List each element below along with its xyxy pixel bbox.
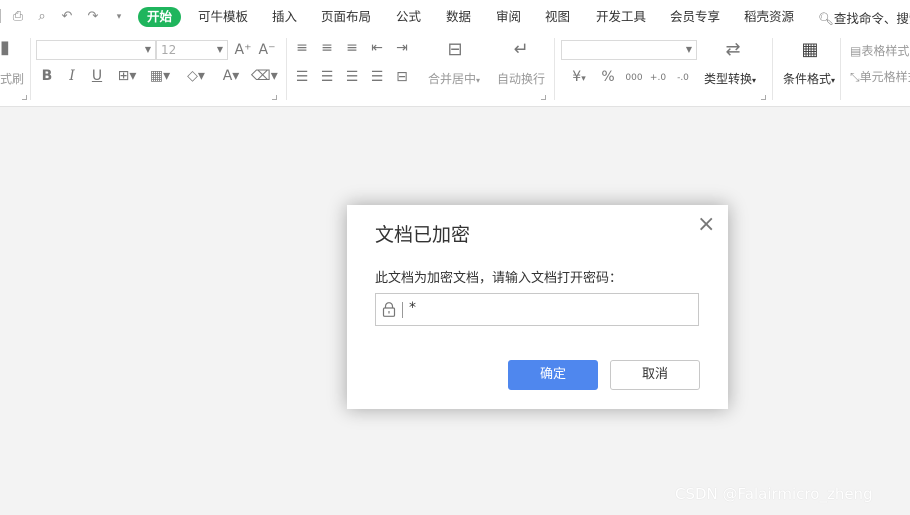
currency-format-button[interactable]: ¥▾ <box>566 69 592 87</box>
divider <box>554 38 555 100</box>
toolbar-edge-icon <box>0 9 5 23</box>
ribbon-toolbar: ▮ 式刷 ▼ 12 ▼ A⁺ A⁻ B I U ⊞▾ ▦▾ ◇▾ A▾ ⌫▾ ≡ … <box>0 34 910 107</box>
number-format-select[interactable]: ▼ <box>561 40 697 60</box>
dialog-title: 文档已加密 <box>375 224 471 246</box>
italic-button[interactable]: I <box>65 68 79 84</box>
redo-icon[interactable]: ↷ <box>85 9 101 25</box>
tab-developer[interactable]: 开发工具 <box>596 8 646 26</box>
conditional-format-icon[interactable]: ▦ <box>799 41 821 59</box>
search-label: 查找命令、搜索 <box>833 11 910 26</box>
chevron-down-icon: ▼ <box>144 45 151 54</box>
ok-button[interactable]: 确定 <box>508 360 598 390</box>
cancel-button[interactable]: 取消 <box>610 360 700 390</box>
underline-button[interactable]: U <box>90 68 104 84</box>
divider <box>30 38 31 100</box>
tab-template[interactable]: 可牛模板 <box>198 8 248 26</box>
tab-review[interactable]: 审阅 <box>496 8 521 26</box>
cell-style-icon: ⤡ <box>850 70 860 84</box>
font-name-select[interactable]: ▼ <box>36 40 156 60</box>
tab-insert[interactable]: 插入 <box>272 8 297 26</box>
input-divider <box>402 302 403 318</box>
alignment-dialog-launcher-icon[interactable] <box>541 95 546 100</box>
lock-icon <box>382 302 396 317</box>
decrease-font-icon[interactable]: A⁻ <box>258 42 276 58</box>
merge-center-icon[interactable]: ⊟ <box>444 41 466 59</box>
increase-indent-icon[interactable]: ⇥ <box>394 40 410 56</box>
merge-center-label: 合并居中 <box>428 72 477 86</box>
more-dropdown-icon[interactable]: ▾ <box>111 9 127 25</box>
tab-formula[interactable]: 公式 <box>396 8 421 26</box>
thousands-format-button[interactable]: 000 <box>624 70 644 86</box>
menu-bar: ⎙ ⌕ ↶ ↷ ▾ 开始 可牛模板 插入 页面布局 公式 数据 审阅 视图 开发… <box>0 0 910 34</box>
align-bottom-icon[interactable]: ≡ <box>344 40 360 56</box>
tab-data[interactable]: 数据 <box>446 8 471 26</box>
tab-member[interactable]: 会员专享 <box>670 8 720 26</box>
conditional-format-label: 条件格式 <box>783 72 832 86</box>
password-value: * <box>409 300 416 316</box>
type-convert-icon[interactable]: ⇄ <box>722 41 744 59</box>
align-left-icon[interactable]: ☰ <box>294 69 310 85</box>
merge-center-button[interactable]: 合并居中▾ <box>428 70 480 87</box>
type-convert-button[interactable]: 类型转换▾ <box>704 70 756 87</box>
password-dialog: 文档已加密 × 此文档为加密文档，请输入文档打开密码： * 确定 取消 <box>347 205 728 409</box>
chevron-down-icon: ▾ <box>831 76 836 85</box>
watermark: CSDN @Falairmicro_zheng <box>675 485 873 503</box>
align-top-icon[interactable]: ≡ <box>294 40 310 56</box>
cell-style-brush-icon[interactable]: ▦▾ <box>147 68 173 84</box>
conditional-format-button[interactable]: 条件格式▾ <box>783 70 835 87</box>
password-input[interactable]: * <box>375 293 699 326</box>
chevron-down-icon: ▼ <box>685 45 692 54</box>
wrap-text-icon[interactable]: ↵ <box>510 41 532 59</box>
cell-style-label: 单元格样式 <box>859 70 910 84</box>
currency-symbol: ¥ <box>572 69 582 85</box>
decrease-indent-icon[interactable]: ⇤ <box>369 40 385 56</box>
font-dialog-launcher-icon[interactable] <box>272 95 277 100</box>
divider <box>840 38 841 100</box>
chevron-down-icon: ▾ <box>476 76 481 85</box>
align-center-icon[interactable]: ☰ <box>319 69 335 85</box>
undo-icon[interactable]: ↶ <box>59 9 75 25</box>
distributed-align-icon[interactable]: ⊟ <box>394 69 410 85</box>
number-dialog-launcher-icon[interactable] <box>761 95 766 100</box>
search-icon: 🔍︎ <box>818 11 834 26</box>
close-icon[interactable]: × <box>697 214 715 236</box>
font-size-select[interactable]: 12 ▼ <box>156 40 228 60</box>
print-preview-icon[interactable]: ⌕ <box>34 9 50 25</box>
tab-start[interactable]: 开始 <box>138 7 182 27</box>
justify-icon[interactable]: ☰ <box>369 69 385 85</box>
fill-color-icon[interactable]: ◇▾ <box>183 68 209 84</box>
clear-format-icon[interactable]: ⌫▾ <box>251 68 278 84</box>
increase-font-icon[interactable]: A⁺ <box>234 42 252 58</box>
align-right-icon[interactable]: ☰ <box>344 69 360 85</box>
wrap-text-button[interactable]: 自动换行 <box>497 70 545 87</box>
chevron-down-icon: ▼ <box>216 45 223 54</box>
align-middle-icon[interactable]: ≡ <box>319 40 335 56</box>
chevron-down-icon: ▾ <box>752 76 757 85</box>
print-icon[interactable]: ⎙ <box>10 9 26 25</box>
font-color-icon[interactable]: A▾ <box>218 68 244 84</box>
font-size-value: 12 <box>161 43 177 57</box>
type-convert-label: 类型转换 <box>704 72 753 86</box>
chevron-down-icon: ▾ <box>581 74 586 84</box>
format-painter-icon[interactable]: ▮ <box>0 39 10 57</box>
command-search[interactable]: 🔍︎查找命令、搜索 <box>818 8 910 27</box>
decrease-decimal-button[interactable]: -.0 <box>673 70 693 86</box>
table-style-label: 表格样式 <box>861 44 910 58</box>
format-painter-label[interactable]: 式刷 <box>0 70 24 87</box>
dialog-prompt: 此文档为加密文档，请输入文档打开密码： <box>375 271 623 286</box>
divider <box>772 38 773 100</box>
tab-view[interactable]: 视图 <box>545 8 570 26</box>
cell-style-button[interactable]: ⤡单元格样式 <box>850 68 910 85</box>
divider <box>286 38 287 100</box>
clipboard-dialog-launcher-icon[interactable] <box>22 95 27 100</box>
border-icon[interactable]: ⊞▾ <box>114 68 140 84</box>
table-style-icon: ▤ <box>850 44 862 58</box>
percent-format-button[interactable]: % <box>600 69 616 85</box>
table-style-button[interactable]: ▤表格样式 <box>850 42 909 59</box>
tab-docer[interactable]: 稻壳资源 <box>744 8 794 26</box>
increase-decimal-button[interactable]: +.0 <box>648 70 668 86</box>
tab-page-layout[interactable]: 页面布局 <box>321 8 371 26</box>
bold-button[interactable]: B <box>40 68 54 84</box>
